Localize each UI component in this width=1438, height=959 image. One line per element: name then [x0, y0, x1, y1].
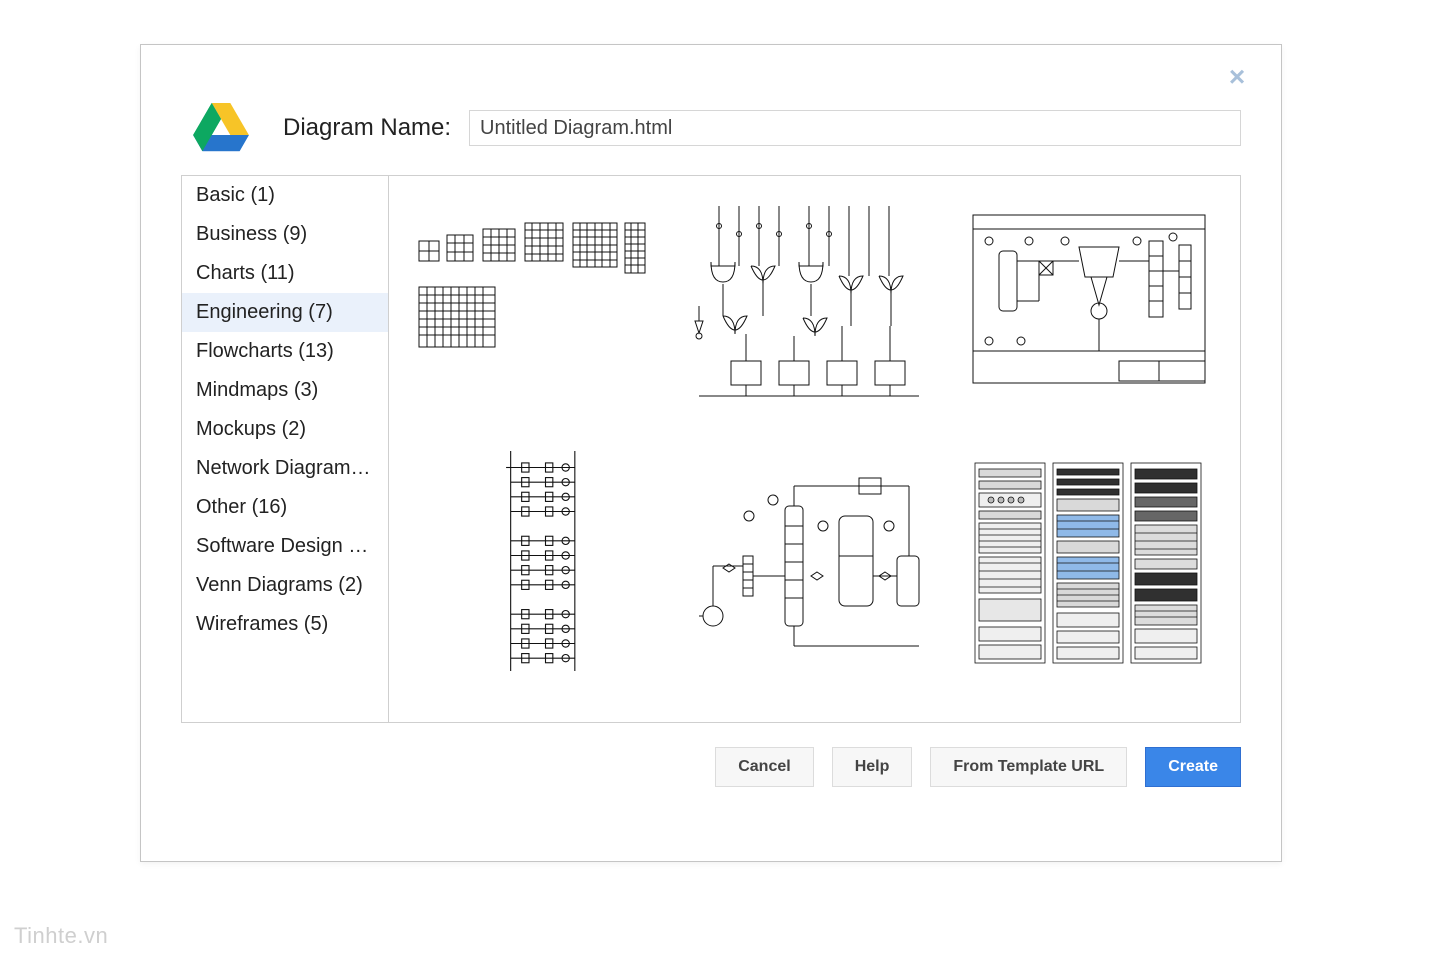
template-gallery[interactable] [389, 176, 1240, 722]
sidebar-item-category[interactable]: Network Diagram… [182, 449, 388, 488]
template-ladder-diagram[interactable] [409, 456, 649, 666]
sidebar-item-category[interactable]: Charts (11) [182, 254, 388, 293]
template-piping-instrumentation[interactable] [689, 456, 929, 666]
template-breadboard-grids[interactable] [409, 206, 649, 416]
template-logic-circuit[interactable] [689, 206, 929, 416]
create-button[interactable]: Create [1145, 747, 1241, 787]
sidebar-item-category[interactable]: Engineering (7) [182, 293, 388, 332]
template-process-flow-diagram[interactable] [969, 206, 1209, 416]
help-button[interactable]: Help [832, 747, 913, 787]
sidebar-item-category[interactable]: Software Design (… [182, 527, 388, 566]
sidebar-item-category[interactable]: Other (16) [182, 488, 388, 527]
new-diagram-dialog: × Diagram Name: Basic (1)Business (9)Cha… [140, 44, 1282, 862]
dialog-header: Diagram Name: [141, 45, 1281, 175]
diagram-name-label: Diagram Name: [283, 114, 451, 142]
category-sidebar: Basic (1)Business (9)Charts (11)Engineer… [182, 176, 389, 722]
close-icon: × [1229, 61, 1245, 92]
gallery-spacer [409, 706, 1220, 722]
sidebar-item-category[interactable]: Basic (1) [182, 176, 388, 215]
watermark: Tinhte.vn [14, 923, 108, 949]
dialog-body: Basic (1)Business (9)Charts (11)Engineer… [181, 175, 1241, 723]
cancel-button[interactable]: Cancel [715, 747, 813, 787]
sidebar-item-category[interactable]: Business (9) [182, 215, 388, 254]
from-template-url-button[interactable]: From Template URL [930, 747, 1127, 787]
close-button[interactable]: × [1225, 65, 1249, 89]
sidebar-item-category[interactable]: Flowcharts (13) [182, 332, 388, 371]
template-server-racks[interactable] [969, 456, 1209, 666]
sidebar-item-category[interactable]: Wireframes (5) [182, 605, 388, 644]
dialog-footer: Cancel Help From Template URL Create [141, 723, 1281, 787]
sidebar-item-category[interactable]: Mockups (2) [182, 410, 388, 449]
template-gallery-wrap [389, 176, 1240, 722]
sidebar-item-category[interactable]: Mindmaps (3) [182, 371, 388, 410]
sidebar-item-category[interactable]: Venn Diagrams (2) [182, 566, 388, 605]
google-drive-icon [193, 103, 249, 153]
diagram-name-input[interactable] [469, 110, 1241, 146]
